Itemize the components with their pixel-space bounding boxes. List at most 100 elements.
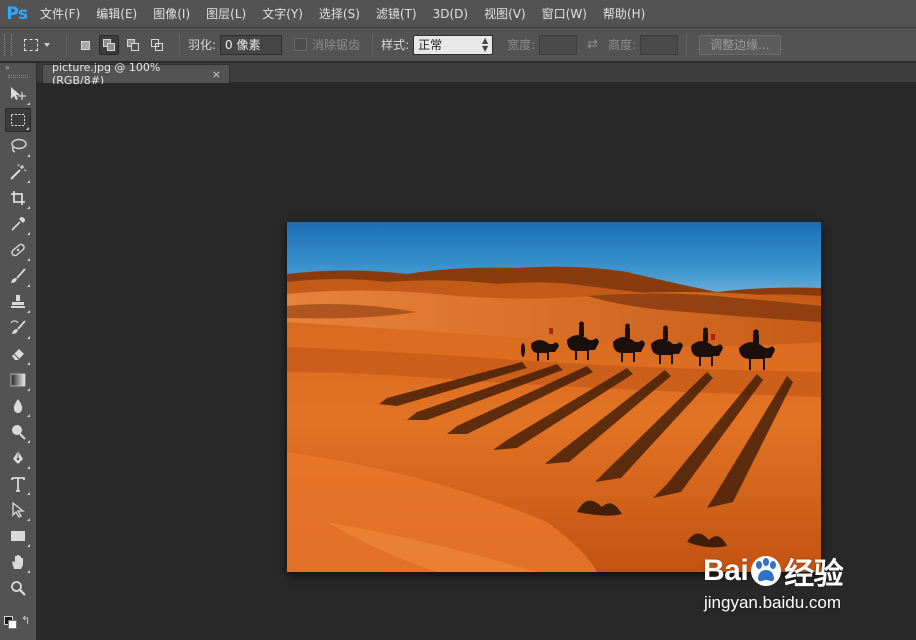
zoom-tool[interactable]	[5, 576, 31, 600]
eyedropper-icon	[11, 217, 25, 231]
height-label: 高度:	[608, 38, 637, 52]
feather-label: 羽化:	[188, 38, 217, 52]
close-icon[interactable]: ×	[212, 68, 221, 81]
gradient-icon	[10, 373, 26, 387]
paw-icon	[751, 556, 782, 586]
tools-panel: » ↰	[0, 63, 37, 640]
swap-colors-icon[interactable]: ↰	[21, 614, 30, 627]
rectangle-shape-icon	[11, 531, 25, 541]
zoom-icon	[11, 581, 26, 596]
height-input[interactable]	[640, 34, 679, 55]
eraser-icon	[12, 349, 24, 360]
antialias-label: 消除锯齿	[312, 38, 361, 52]
collapse-panel-icon[interactable]: »	[5, 63, 10, 72]
eyedropper-tool[interactable]	[5, 212, 31, 236]
pen-icon	[13, 451, 23, 464]
divider	[372, 33, 374, 56]
pen-tool[interactable]	[5, 446, 31, 470]
eraser-tool[interactable]	[5, 342, 31, 366]
subtract-selection-icon	[127, 38, 139, 51]
style-select[interactable]: 正常 ▲ ▼	[413, 34, 494, 55]
menu-select[interactable]: 选择(S)	[313, 0, 366, 28]
rectangular-marquee-tool[interactable]	[5, 108, 31, 132]
magic-wand-tool[interactable]	[5, 160, 31, 184]
style-select-value: 正常	[418, 38, 443, 52]
options-bar-grip[interactable]	[4, 33, 12, 56]
blur-tool[interactable]	[5, 394, 31, 418]
divider	[179, 33, 180, 56]
menu-window[interactable]: 窗口(W)	[536, 0, 593, 28]
path-selection-icon	[12, 502, 25, 518]
photoshop-logo: Ps	[6, 3, 28, 24]
baidu-jingyan-watermark: Bai 经验 jingyan.baidu.com	[703, 543, 873, 623]
add-to-selection-button[interactable]	[99, 34, 119, 55]
stamp-icon	[11, 295, 25, 308]
new-selection-icon	[79, 39, 91, 51]
move-icon	[11, 87, 26, 100]
hand-tool[interactable]	[5, 550, 31, 574]
rectangular-marquee-icon	[24, 38, 38, 51]
gradient-tool[interactable]	[5, 368, 31, 392]
lasso-icon	[11, 138, 27, 153]
menu-help[interactable]: 帮助(H)	[597, 0, 651, 28]
dodge-tool[interactable]	[5, 420, 31, 444]
tools-panel-header: »	[0, 63, 36, 73]
add-selection-icon	[103, 38, 115, 51]
width-input[interactable]	[539, 34, 578, 55]
rectangle-tool[interactable]	[5, 524, 31, 548]
clone-stamp-tool[interactable]	[5, 290, 31, 314]
bandage-icon	[11, 243, 25, 257]
width-label: 宽度:	[507, 38, 536, 52]
move-tool[interactable]	[5, 82, 31, 106]
refine-edge-button[interactable]: 调整边缘...	[699, 34, 781, 55]
menu-type[interactable]: 文字(Y)	[256, 0, 309, 28]
history-brush-icon	[10, 320, 26, 334]
menu-layer[interactable]: 图层(L)	[200, 0, 252, 28]
type-tool[interactable]	[5, 472, 31, 496]
subtract-from-selection-button[interactable]	[123, 35, 143, 55]
updown-arrow-icon: ▲ ▼	[481, 35, 489, 53]
divider	[686, 33, 688, 56]
document-tab[interactable]: picture.jpg @ 100%(RGB/8#) ×	[42, 61, 230, 87]
desert-caravan-photo	[287, 222, 821, 572]
menu-image[interactable]: 图像(I)	[147, 0, 196, 28]
logo-text-right: 经验	[784, 558, 844, 591]
style-label: 样式:	[381, 38, 410, 52]
feather-input[interactable]: 0 像素	[220, 34, 283, 55]
document-image[interactable]	[287, 222, 821, 572]
swap-dimensions-icon[interactable]: ⇄	[587, 37, 598, 52]
menu-file[interactable]: 文件(F)	[34, 0, 86, 28]
menu-bar: Ps 文件(F) 编辑(E) 图像(I) 图层(L) 文字(Y) 选择(S) 滤…	[0, 0, 916, 28]
document-tab-bar: picture.jpg @ 100%(RGB/8#) ×	[37, 61, 916, 87]
history-brush-tool[interactable]	[5, 316, 31, 340]
menu-view[interactable]: 视图(V)	[478, 0, 532, 28]
tool-preset-picker[interactable]	[24, 34, 58, 56]
dodge-icon	[12, 425, 26, 440]
chevron-down-icon	[44, 42, 50, 47]
menu-3d[interactable]: 3D(D)	[427, 0, 474, 28]
brush-tool[interactable]	[5, 264, 31, 288]
crop-tool[interactable]	[5, 186, 31, 210]
options-bar: 羽化: 0 像素 消除锯齿 样式: 正常 ▲ ▼ 宽度: ⇄ 高度: 调整边缘..…	[0, 28, 916, 62]
type-icon	[11, 477, 25, 492]
crop-icon	[11, 191, 25, 205]
antialias-checkbox[interactable]	[294, 38, 308, 51]
brush-icon	[11, 268, 26, 283]
magic-wand-icon	[10, 164, 27, 180]
lasso-tool[interactable]	[5, 134, 31, 158]
new-selection-button[interactable]	[75, 35, 95, 55]
color-swatches[interactable]: ↰	[4, 614, 32, 636]
background-color-swatch[interactable]	[8, 620, 17, 629]
intersect-selection-button[interactable]	[147, 35, 167, 55]
path-selection-tool[interactable]	[5, 498, 31, 522]
intersect-selection-icon	[151, 38, 163, 51]
logo-text-left: Bai	[703, 554, 749, 587]
hand-icon	[12, 555, 23, 569]
baidu-logo: Bai 经验	[703, 549, 844, 593]
water-drop-icon	[13, 399, 23, 413]
divider	[66, 33, 67, 56]
menu-filter[interactable]: 滤镜(T)	[370, 0, 423, 28]
tools-panel-grip[interactable]	[8, 75, 28, 78]
spot-healing-tool[interactable]	[5, 238, 31, 262]
menu-edit[interactable]: 编辑(E)	[90, 0, 143, 28]
